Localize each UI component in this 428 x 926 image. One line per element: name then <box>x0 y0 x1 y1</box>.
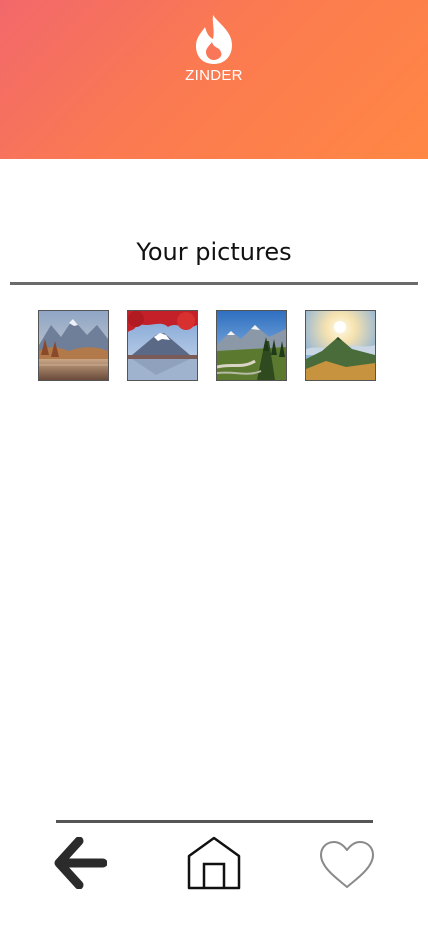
photo-lake-autumn[interactable] <box>38 310 109 381</box>
photo-mount-fuji[interactable] <box>127 310 198 381</box>
flame-icon <box>196 15 232 64</box>
photo-alpine-valley[interactable] <box>216 310 287 381</box>
home-button[interactable] <box>186 836 242 895</box>
heart-icon <box>320 841 374 888</box>
photo-sunrise-hills[interactable] <box>305 310 376 381</box>
arrow-left-icon <box>54 836 108 890</box>
home-icon <box>187 836 241 890</box>
app-logo: ZINDER <box>0 14 428 84</box>
nav-divider <box>56 820 373 823</box>
app-header: ZINDER <box>0 0 428 159</box>
title-divider <box>10 282 418 285</box>
back-button[interactable] <box>53 836 108 894</box>
brand-name: ZINDER <box>185 67 243 84</box>
section-title: Your pictures <box>136 238 292 266</box>
likes-button[interactable] <box>319 840 375 895</box>
